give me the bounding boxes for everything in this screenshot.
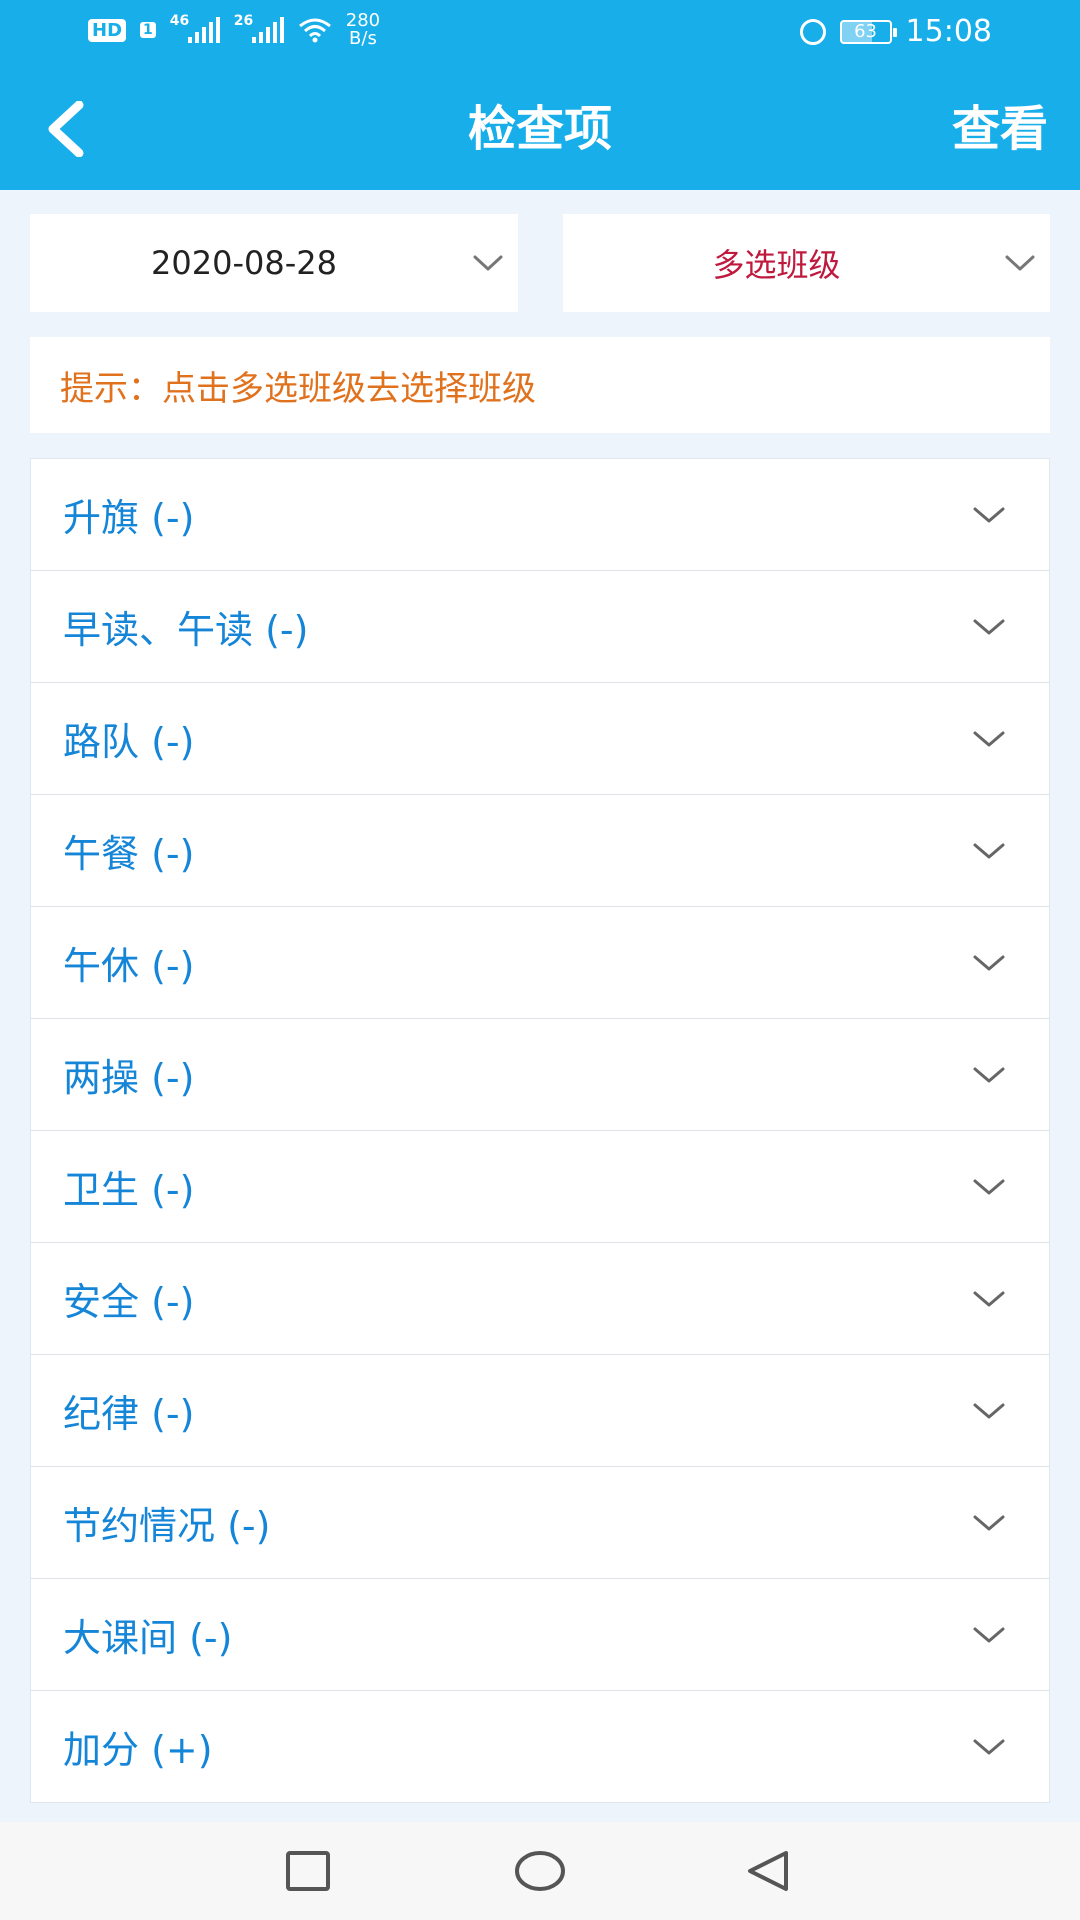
view-button[interactable]: 查看 <box>952 94 1048 164</box>
page-title: 检查项 <box>467 101 612 157</box>
hd-badge: HD <box>88 18 127 42</box>
sim-badge: 1 <box>140 22 156 38</box>
item-label: 路队 (-) <box>63 720 195 764</box>
app-bar: 检查项 查看 <box>0 64 1080 190</box>
square-icon <box>286 1851 330 1891</box>
signal-icon-2: 26 <box>234 13 284 43</box>
network-type-1: 46 <box>169 13 190 29</box>
wifi-icon <box>298 18 331 43</box>
top-bar: HD 1 46 26 280 B/s 63 15:08 检查项 查看 <box>0 0 1080 190</box>
chevron-down-icon <box>929 1065 1049 1085</box>
chevron-down-icon <box>929 729 1049 749</box>
item-label: 午休 (-) <box>63 944 195 988</box>
chevron-down-icon <box>929 505 1049 525</box>
date-value: 2020-08-28 <box>151 244 337 282</box>
list-item[interactable]: 路队 (-) <box>31 683 1049 795</box>
circle-icon <box>515 1851 565 1891</box>
chevron-down-icon <box>929 1625 1049 1645</box>
item-label: 大课间 (-) <box>63 1616 233 1660</box>
status-left: HD 1 46 26 280 B/s <box>88 12 380 48</box>
network-type-2: 26 <box>233 13 254 29</box>
status-right: 63 15:08 <box>799 14 992 49</box>
status-bar: HD 1 46 26 280 B/s 63 15:08 <box>0 0 1080 64</box>
chevron-down-icon <box>458 253 518 273</box>
list-item[interactable]: 午餐 (-) <box>31 795 1049 907</box>
item-label: 午餐 (-) <box>63 832 195 876</box>
item-label: 卫生 (-) <box>63 1168 195 1212</box>
chevron-down-icon <box>929 1737 1049 1757</box>
item-label: 升旗 (-) <box>63 496 195 540</box>
item-label: 节约情况 (-) <box>63 1504 271 1548</box>
list-item[interactable]: 卫生 (-) <box>31 1131 1049 1243</box>
signal-icon: 46 <box>170 13 220 43</box>
chevron-down-icon <box>929 841 1049 861</box>
home-button[interactable] <box>510 1844 570 1898</box>
clock: 15:08 <box>905 14 992 49</box>
class-select-label: 多选班级 <box>712 246 841 284</box>
list-item[interactable]: 安全 (-) <box>31 1243 1049 1355</box>
list-item[interactable]: 加分 (+) <box>31 1691 1049 1802</box>
chevron-down-icon <box>929 1513 1049 1533</box>
item-label: 安全 (-) <box>63 1280 195 1324</box>
list-item[interactable]: 早读、午读 (-) <box>31 571 1049 683</box>
chevron-down-icon <box>929 617 1049 637</box>
chevron-down-icon <box>929 953 1049 973</box>
alarm-icon <box>799 18 826 45</box>
item-label: 加分 (+) <box>63 1728 213 1772</box>
back-nav-button[interactable] <box>738 1844 798 1898</box>
item-label: 纪律 (-) <box>63 1392 195 1436</box>
list-item[interactable]: 两操 (-) <box>31 1019 1049 1131</box>
battery-icon: 63 <box>839 19 897 44</box>
class-multiselect[interactable]: 多选班级 <box>563 214 1050 312</box>
item-label: 早读、午读 (-) <box>63 608 309 652</box>
list-item[interactable]: 升旗 (-) <box>31 459 1049 571</box>
item-label: 两操 (-) <box>63 1056 195 1100</box>
list-item[interactable]: 节约情况 (-) <box>31 1467 1049 1579</box>
chevron-down-icon <box>929 1401 1049 1421</box>
speed-unit: B/s <box>349 28 377 49</box>
list-item[interactable]: 大课间 (-) <box>31 1579 1049 1691</box>
system-nav-bar <box>0 1822 1080 1920</box>
hint-text: 提示：点击多选班级去选择班级 <box>60 368 536 409</box>
list-item[interactable]: 午休 (-) <box>31 907 1049 1019</box>
date-picker[interactable]: 2020-08-28 <box>30 214 518 312</box>
battery-level: 63 <box>854 20 877 42</box>
check-items-list: 升旗 (-) 早读、午读 (-) 路队 (-) 午餐 (-) 午休 (-) 两操… <box>30 458 1050 1803</box>
hint-banner: 提示：点击多选班级去选择班级 <box>30 337 1050 433</box>
chevron-down-icon <box>929 1289 1049 1309</box>
recent-apps-button[interactable] <box>278 1844 338 1898</box>
chevron-down-icon <box>990 253 1050 273</box>
network-speed: 280 B/s <box>346 12 380 48</box>
chevron-down-icon <box>929 1177 1049 1197</box>
list-item[interactable]: 纪律 (-) <box>31 1355 1049 1467</box>
triangle-left-icon <box>748 1851 788 1891</box>
